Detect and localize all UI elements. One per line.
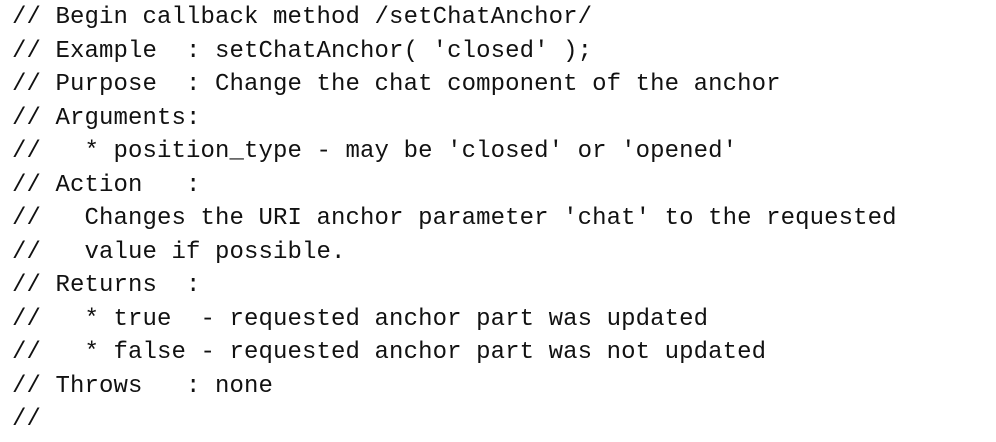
code-line-returns-true: // * true - requested anchor part was up… (12, 305, 709, 333)
code-line-throws: // Throws : none (12, 372, 274, 400)
code-comment-block: // Begin callback method /setChatAnchor/… (12, 1, 988, 437)
code-line-end-comment: // (12, 406, 42, 433)
code-line-action: // Action : (12, 171, 201, 199)
code-line-example: // Example : setChatAnchor( 'closed' ); (12, 37, 593, 65)
code-line-purpose: // Purpose : Change the chat component o… (12, 71, 781, 98)
code-line-begin-callback: // Begin callback method /setChatAnchor/ (12, 4, 593, 31)
code-line-action-detail-1: // Changes the URI anchor parameter 'cha… (12, 205, 897, 232)
code-line-action-detail-2: // value if possible. (12, 238, 346, 266)
code-line-returns-false: // * false - requested anchor part was n… (12, 339, 767, 366)
code-line-arguments: // Arguments: (12, 104, 201, 132)
code-line-returns: // Returns : (12, 272, 201, 299)
code-line-position-type: // * position_type - may be 'closed' or … (12, 138, 738, 165)
